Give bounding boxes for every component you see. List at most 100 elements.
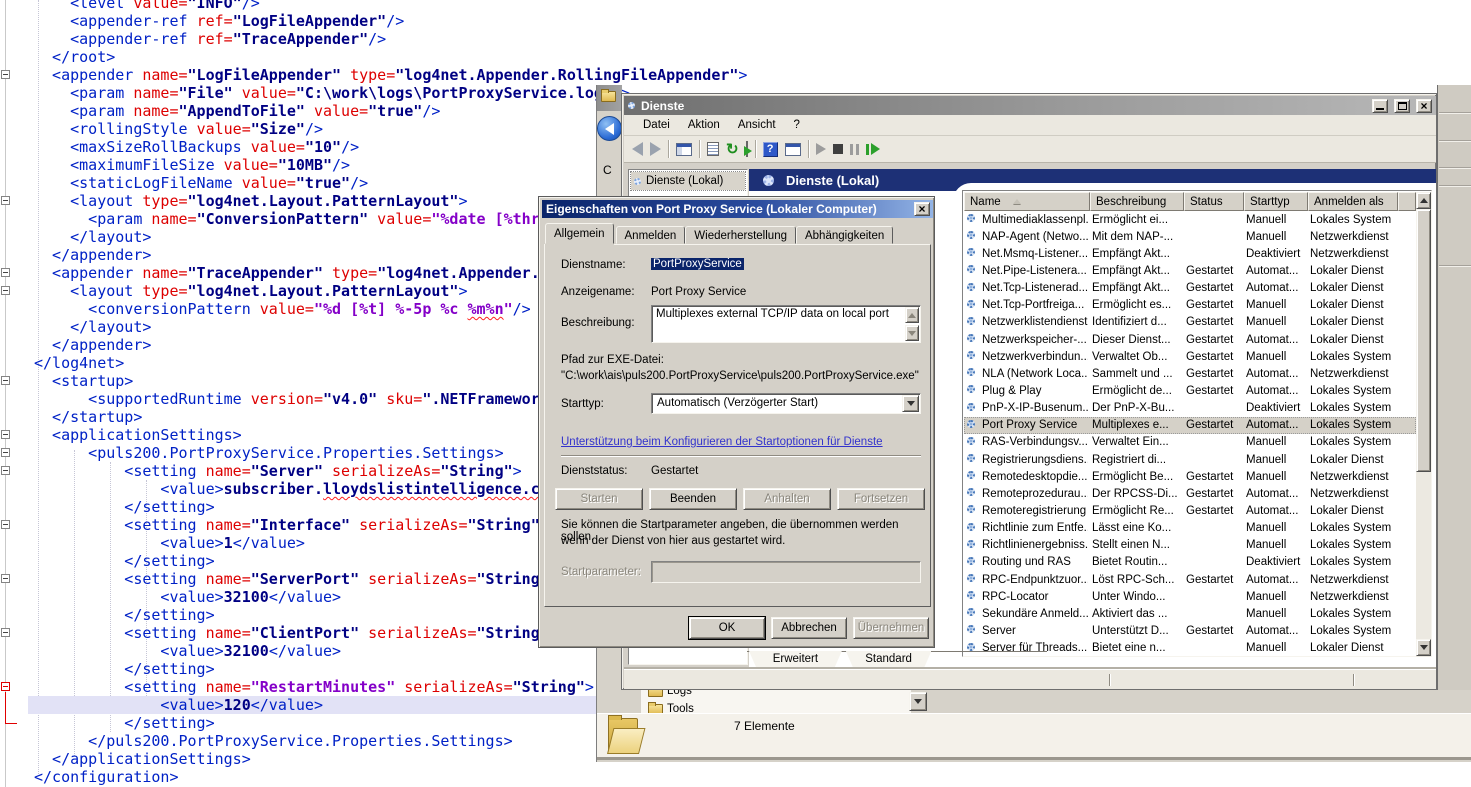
code-line[interactable]: <rollingStyle value="Size"/> (34, 120, 323, 138)
scroll-down-button[interactable] (1416, 639, 1431, 656)
service-row[interactable]: Registrierungsdiens...Registriert di...M… (964, 451, 1416, 468)
pause-service-icon[interactable] (850, 144, 859, 155)
fold-marker[interactable] (1, 196, 10, 205)
code-line[interactable]: </configuration> (34, 768, 179, 786)
service-row[interactable]: Net.Msmq-Listener...Empfängt Akt...Deakt… (964, 245, 1416, 262)
refresh-icon[interactable]: ↻ (726, 142, 739, 157)
code-line[interactable]: <param name="AppendToFile" value="true"/… (34, 102, 440, 120)
forward-icon[interactable] (650, 142, 661, 156)
code-line[interactable]: </setting> (34, 498, 215, 516)
fold-marker[interactable] (1, 268, 10, 277)
service-row[interactable]: NAP-Agent (Netwo...Mit dem NAP-...Manuel… (964, 228, 1416, 245)
service-row[interactable]: RPC-LocatorUnter Windo...ManuellNetzwerk… (964, 588, 1416, 605)
scroll-thumb[interactable] (1416, 209, 1431, 472)
tree-item[interactable]: Tools (648, 703, 694, 713)
fold-marker[interactable] (1, 466, 10, 475)
titlebar[interactable]: Dienste × (624, 96, 1436, 115)
code-line[interactable]: </puls200.PortProxyService.Properties.Se… (34, 732, 513, 750)
fold-marker[interactable] (1, 520, 10, 529)
code-line[interactable]: <setting name="ClientPort" serializeAs="… (34, 624, 558, 642)
view-tab-erweitert[interactable]: Erweitert (749, 651, 842, 667)
code-line[interactable]: <startup> (34, 372, 133, 390)
textbox-scroll-down[interactable] (905, 325, 919, 341)
column-header-anmelden-als[interactable]: Anmelden als (1308, 192, 1398, 211)
column-header-starttyp[interactable]: Starttyp (1244, 192, 1308, 211)
fold-marker[interactable] (1, 376, 10, 385)
dialog-tab-abhängigkeiten[interactable]: Abhängigkeiten (796, 226, 893, 244)
service-row[interactable]: Remotedesktopdie...Ermöglicht Be...Gesta… (964, 468, 1416, 485)
fold-marker[interactable] (1, 70, 10, 79)
service-row[interactable]: Richtlinienergebniss...Stellt einen N...… (964, 537, 1416, 554)
beenden-button[interactable]: Beenden (649, 488, 737, 510)
combobox-dropdown-button[interactable] (902, 395, 919, 412)
service-row[interactable]: Sekundäre Anmeld...Aktiviert das ...Manu… (964, 605, 1416, 622)
help-icon[interactable]: ? (763, 142, 778, 157)
code-line[interactable]: </setting> (34, 552, 215, 570)
code-line[interactable]: <appender name="TraceAppender" type="log… (34, 264, 612, 282)
code-line[interactable]: <value>120</value> (34, 696, 323, 714)
column-header-name[interactable]: Name (964, 192, 1090, 211)
code-line[interactable]: <setting name="RestartMinutes" serialize… (34, 678, 594, 696)
textbox-scroll-up[interactable] (905, 307, 919, 323)
code-line[interactable]: <maxSizeRollBackups value="10"/> (34, 138, 359, 156)
extended-view-icon[interactable] (785, 143, 801, 156)
menu-item-?[interactable]: ? (785, 117, 809, 133)
fold-marker[interactable] (1, 628, 10, 637)
dialog-tab-wiederherstellung[interactable]: Wiederherstellung (685, 226, 796, 244)
dropdown-button[interactable] (909, 692, 927, 711)
dialog-tab-allgemein[interactable]: Allgemein (545, 223, 614, 244)
back-button[interactable] (597, 116, 622, 141)
back-icon[interactable] (632, 142, 643, 156)
code-line[interactable]: <setting name="Interface" serializeAs="S… (34, 516, 549, 534)
code-line[interactable]: <maximumFileSize value="10MB"/> (34, 156, 350, 174)
show-console-tree-icon[interactable] (676, 143, 692, 156)
code-line[interactable]: <appender-ref ref="LogFileAppender"/> (34, 12, 404, 30)
service-row[interactable]: Netzwerkspeicher-...Dieser Dienst...Gest… (964, 331, 1416, 348)
code-line[interactable]: </appender> (34, 246, 151, 264)
menu-item-datei[interactable]: Datei (634, 117, 679, 133)
menu-item-ansicht[interactable]: Ansicht (729, 117, 785, 133)
start-service-icon[interactable] (816, 143, 826, 155)
beschreibung-textbox[interactable]: Multiplexes external TCP/IP data on loca… (651, 305, 921, 343)
startparameter-input[interactable] (651, 561, 921, 583)
service-row[interactable]: RemoteregistrierungErmöglicht Re...Gesta… (964, 502, 1416, 519)
minimize-button[interactable] (1372, 99, 1388, 113)
close-button[interactable]: × (1416, 99, 1432, 113)
code-line[interactable]: </setting> (34, 606, 215, 624)
ok-button[interactable]: OK (689, 617, 765, 639)
code-line[interactable]: <supportedRuntime version="v4.0" sku=".N… (34, 390, 612, 408)
code-line[interactable]: <value>1</value> (34, 534, 305, 552)
starttyp-combobox[interactable]: Automatisch (Verzögerter Start) (651, 393, 921, 414)
service-row[interactable]: Net.Pipe-Listenera...Empfängt Akt...Gest… (964, 262, 1416, 279)
service-row[interactable]: RAS-Verbindungsv...Verwaltet Ein...Manue… (964, 434, 1416, 451)
column-header-beschreibung[interactable]: Beschreibung (1090, 192, 1184, 211)
stop-service-icon[interactable] (833, 144, 843, 154)
column-header-status[interactable]: Status (1184, 192, 1244, 211)
tree-item[interactable]: Logs (648, 690, 692, 697)
service-row[interactable]: Netzwerkverbindun...Verwaltet Ob...Gesta… (964, 348, 1416, 365)
startoptions-help-link[interactable]: Unterstützung beim Konfigurieren der Sta… (561, 436, 883, 448)
service-row[interactable]: Richtlinie zum Entfe...Lässt eine Ko...M… (964, 520, 1416, 537)
dialog-tab-anmelden[interactable]: Anmelden (616, 226, 686, 244)
export-list-icon[interactable] (746, 142, 748, 156)
code-line[interactable]: <value>subscriber.lloydslistintelligence… (34, 480, 612, 498)
service-row[interactable]: Routing und RASBietet Routin...Deaktivie… (964, 554, 1416, 571)
restart-service-icon[interactable] (866, 143, 880, 155)
code-line[interactable]: </startup> (34, 408, 142, 426)
folder-tree[interactable]: Logs Tools (641, 690, 911, 713)
dienstname-value[interactable]: PortProxyService (651, 258, 744, 270)
abbrechen-button[interactable]: Abbrechen (771, 617, 847, 639)
fold-marker[interactable] (1, 448, 10, 457)
service-row[interactable]: Multimediaklassenpl...Ermöglicht ei...Ma… (964, 211, 1416, 228)
service-row[interactable]: Remoteprozedurau...Der RPCSS-Di...Gestar… (964, 485, 1416, 502)
code-line[interactable]: </log4net> (34, 354, 124, 372)
service-row[interactable]: Port Proxy ServiceMultiplexes e...Gestar… (964, 417, 1416, 434)
code-line[interactable]: </applicationSettings> (34, 750, 251, 768)
menu-item-aktion[interactable]: Aktion (679, 117, 729, 133)
code-line[interactable]: <setting name="ServerPort" serializeAs="… (34, 570, 558, 588)
vertical-scrollbar[interactable] (1416, 192, 1431, 657)
service-row[interactable]: RPC-Endpunktzuor...Löst RPC-Sch...Gestar… (964, 571, 1416, 588)
service-row[interactable]: NLA (Network Loca...Sammelt und ...Gesta… (964, 365, 1416, 382)
properties-icon[interactable] (707, 142, 719, 156)
fold-marker[interactable] (1, 286, 10, 295)
